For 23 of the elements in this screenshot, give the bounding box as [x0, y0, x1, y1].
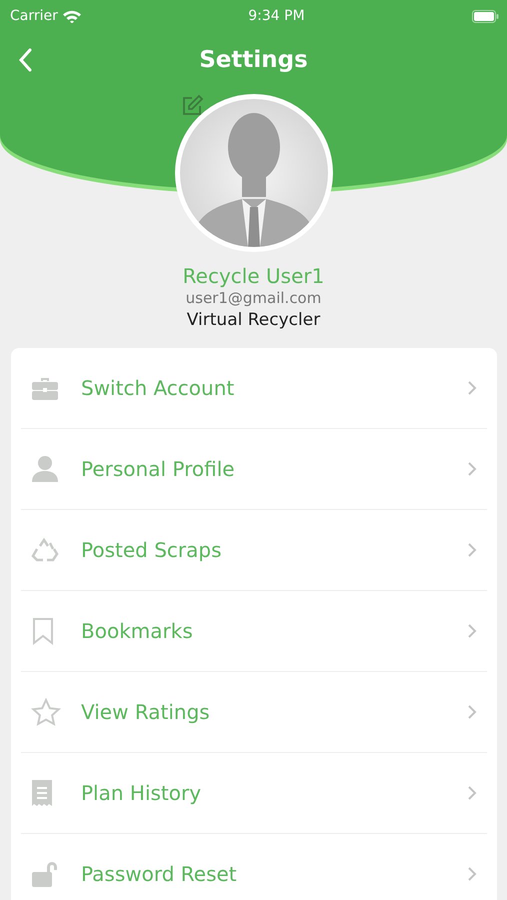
- person-icon: [31, 455, 59, 483]
- recycle-icon: [31, 537, 59, 563]
- carrier-label: Carrier: [10, 8, 58, 24]
- user-role: Virtual Recycler: [186, 309, 320, 332]
- star-icon: [31, 698, 61, 726]
- chevron-icon: [467, 623, 477, 639]
- chevron-icon: [467, 542, 477, 558]
- page-title: Settings: [199, 47, 308, 73]
- bookmark-icon: [31, 617, 55, 645]
- receipt-icon: [31, 779, 53, 807]
- chevron-icon: [467, 461, 477, 477]
- chevron-icon: [467, 380, 477, 396]
- chevron-icon: [467, 866, 477, 882]
- chevron-icon: [467, 785, 477, 801]
- status-time: 9:34 PM: [248, 8, 305, 24]
- chevron-icon: [467, 704, 477, 720]
- lock-icon: [31, 860, 59, 888]
- briefcase-icon: [31, 375, 59, 401]
- wifi-icon: [62, 10, 81, 22]
- user-name: Recycle User1: [182, 264, 324, 288]
- user-email: user1@gmail.com: [186, 288, 322, 308]
- battery-icon: [472, 10, 499, 22]
- edit-icon[interactable]: [180, 94, 204, 118]
